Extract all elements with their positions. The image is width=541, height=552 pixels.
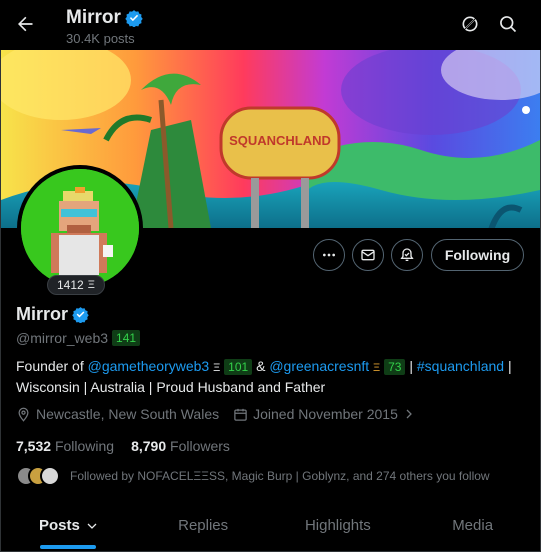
svg-text:SQUANCHLAND: SQUANCHLAND bbox=[229, 133, 331, 148]
verified-badge-icon bbox=[72, 307, 89, 323]
followers-count: 8,790 bbox=[131, 438, 167, 454]
profile-bio: Founder of @gametheoryweb3 Ξ 101 & @gree… bbox=[16, 357, 521, 397]
xi-icon: Ξ bbox=[87, 279, 95, 291]
verified-badge-icon bbox=[125, 10, 143, 27]
avatar-image bbox=[21, 169, 139, 287]
bio-hashtag-squanchland[interactable]: #squanchland bbox=[417, 358, 504, 374]
profile-avatar[interactable] bbox=[17, 165, 143, 291]
chevron-right-icon bbox=[406, 409, 412, 419]
profile-handle: @mirror_web3 bbox=[16, 330, 109, 346]
bio-link-greenacresnft[interactable]: @greenacresnft bbox=[269, 358, 369, 374]
tab-replies-label: Replies bbox=[178, 517, 229, 534]
profile-tabs: Posts Replies Highlights Media bbox=[1, 500, 540, 551]
followers-stat[interactable]: 8,790 Followers bbox=[131, 438, 230, 454]
following-count: 7,532 bbox=[16, 438, 52, 454]
location-item: Newcastle, New South Wales bbox=[16, 406, 219, 422]
bio-prefix: Founder of bbox=[16, 358, 88, 374]
header-title: Mirror bbox=[66, 7, 143, 29]
tab-highlights-label: Highlights bbox=[304, 517, 371, 534]
profile-handle-row: @mirror_web3 141 bbox=[16, 330, 141, 346]
tab-replies[interactable]: Replies bbox=[136, 500, 271, 551]
location-text: Newcastle, New South Wales bbox=[36, 406, 220, 422]
more-dots-icon bbox=[323, 253, 335, 257]
tab-media-label: Media bbox=[452, 517, 494, 534]
back-button[interactable] bbox=[10, 9, 40, 39]
follower-avatars bbox=[16, 466, 60, 486]
xi-icon: Ξ bbox=[373, 362, 381, 374]
tab-posts[interactable]: Posts bbox=[1, 500, 136, 551]
notifications-button[interactable] bbox=[391, 239, 423, 271]
mail-icon bbox=[361, 249, 375, 261]
location-pin-icon bbox=[18, 407, 29, 422]
bio-sep: | bbox=[405, 358, 417, 374]
tab-highlights[interactable]: Highlights bbox=[271, 500, 406, 551]
more-options-button[interactable] bbox=[313, 239, 345, 271]
tab-posts-label: Posts bbox=[38, 517, 80, 534]
profile-meta: Newcastle, New South Wales Joined Novemb… bbox=[16, 406, 429, 422]
bio-link-gametheoryweb3[interactable]: @gametheoryweb3 bbox=[88, 358, 210, 374]
following-button[interactable]: Following bbox=[431, 239, 524, 271]
header-name: Mirror bbox=[66, 7, 121, 28]
following-label: Following bbox=[54, 438, 115, 454]
xi-icon: Ξ bbox=[213, 362, 221, 374]
bio-amp: & bbox=[252, 358, 270, 374]
following-stat[interactable]: 7,532 Following bbox=[16, 438, 114, 454]
active-tab-indicator bbox=[40, 545, 97, 549]
pixel-avatar-icon bbox=[21, 169, 139, 287]
search-button[interactable] bbox=[495, 11, 521, 37]
bio-score-1: 101 bbox=[224, 359, 253, 375]
handle-score-badge: 141 bbox=[112, 330, 141, 346]
profile-stats: 7,532 Following 8,790 Followers bbox=[16, 438, 230, 454]
followed-by-text: Followed by NOFACELΞΞSS, Magic Burp | Go… bbox=[70, 469, 490, 483]
mini-avatar bbox=[40, 466, 60, 486]
bio-score-2: 73 bbox=[384, 359, 406, 375]
search-icon bbox=[500, 16, 517, 33]
joined-item[interactable]: Joined November 2015 bbox=[233, 406, 415, 422]
followed-by-row[interactable]: Followed by NOFACELΞΞSS, Magic Burp | Go… bbox=[16, 466, 490, 486]
grok-button[interactable] bbox=[457, 11, 483, 37]
profile-header-bar: Mirror 30.4K posts bbox=[0, 0, 541, 50]
header-posts-count: 30.4K posts bbox=[66, 31, 135, 46]
followers-label: Followers bbox=[170, 438, 230, 454]
grok-icon bbox=[462, 16, 478, 32]
arrow-left-icon bbox=[18, 16, 33, 32]
joined-text: Joined November 2015 bbox=[253, 406, 398, 422]
message-button[interactable] bbox=[352, 239, 384, 271]
bell-check-icon bbox=[400, 248, 414, 261]
avatar-score: 1412 bbox=[57, 278, 84, 292]
avatar-score-badge: 1412 Ξ bbox=[47, 275, 105, 295]
profile-name: Mirror bbox=[16, 304, 69, 324]
tab-media[interactable]: Media bbox=[405, 500, 540, 551]
chevron-down-icon bbox=[87, 523, 97, 529]
profile-name-row: Mirror bbox=[16, 304, 89, 325]
calendar-icon bbox=[234, 408, 247, 421]
